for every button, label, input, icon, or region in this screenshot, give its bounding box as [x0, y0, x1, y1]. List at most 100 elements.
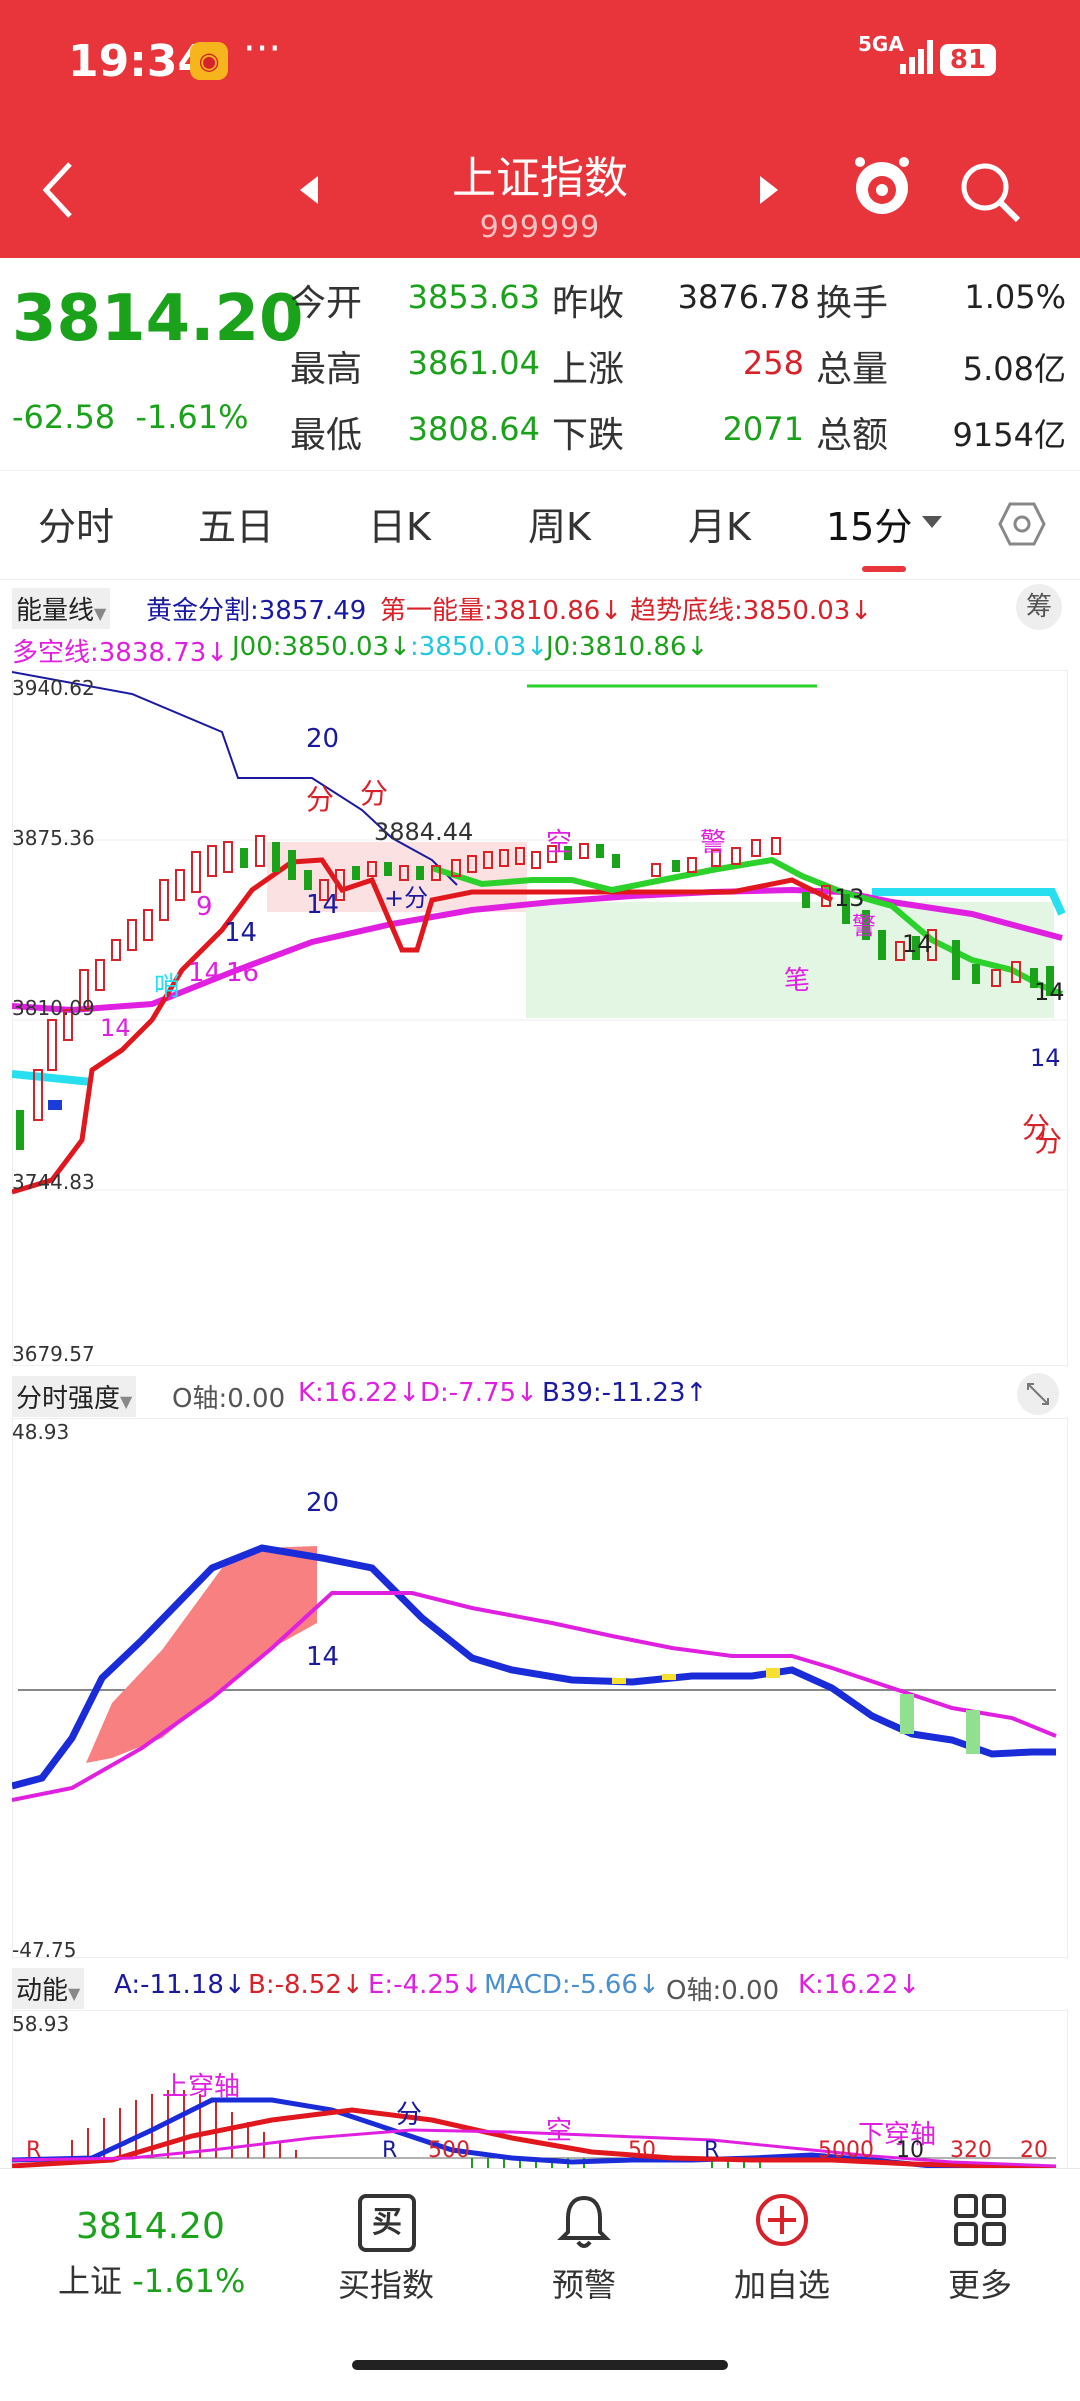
o-axis-value: O轴:0.00	[172, 1384, 286, 1414]
axis-label: 3940.62	[12, 676, 95, 700]
bull-bear-line-value: 多空线:3838.73↓	[12, 638, 229, 668]
signal-icon	[900, 40, 933, 74]
tab-15min[interactable]: 15分	[826, 496, 912, 551]
chart-annotation: 14	[1030, 1044, 1061, 1072]
next-stock-icon[interactable]	[758, 176, 778, 204]
momentum-name: 动能	[16, 1976, 69, 2006]
chart-annotation: 14	[188, 958, 222, 988]
momentum-selector[interactable]: 动能▼	[12, 1968, 85, 2009]
expand-icon[interactable]	[1016, 1372, 1060, 1416]
label-turnover: 换手	[816, 283, 889, 324]
strength-axis-top: 48.93	[12, 1420, 70, 1444]
golden-split-value: 黄金分割:3857.49	[146, 596, 367, 626]
chart-annotation: 9	[196, 892, 213, 922]
tab-daily-k[interactable]: 日K	[368, 496, 431, 551]
change-percent: -1.61%	[135, 398, 249, 436]
label-open: 今开	[290, 283, 363, 324]
blue-marker	[48, 1100, 62, 1110]
axis-label: 3810.09	[12, 996, 95, 1020]
bottom-index-summary: 上证 -1.61%	[58, 2256, 245, 2302]
current-price: 3814.20	[12, 282, 304, 356]
axis-label: 3744.83	[12, 1170, 95, 1194]
chart-annotation: 14	[306, 890, 340, 920]
strength-selector[interactable]: 分时强度▼	[12, 1376, 137, 1417]
network-label: 5GA	[858, 32, 904, 56]
weibo-icon: ◉	[190, 42, 228, 80]
chart-annotation: 14	[100, 1014, 131, 1042]
chart-annotation: 14	[902, 930, 933, 958]
momentum-annotation: R	[704, 2138, 720, 2163]
chart-annotation: 3884.44	[374, 818, 474, 846]
chart-annotation: 空	[546, 828, 573, 858]
k-value: K:16.22↓	[798, 1970, 921, 2000]
macd-value: MACD:-5.66↓	[484, 1970, 660, 2000]
label-falling: 下跌	[552, 415, 625, 456]
page-title: 上证指数	[452, 153, 628, 204]
tab-five-day[interactable]: 五日	[198, 496, 274, 551]
j0-value: J0:3810.86↓	[546, 632, 709, 662]
chart-annotation: 哨	[154, 972, 181, 1002]
chart-annotation: +分	[384, 884, 429, 912]
momentum-annotation: R	[382, 2138, 398, 2163]
momentum-annotation: R	[26, 2138, 42, 2163]
indicator-selector[interactable]: 能量线▼	[12, 588, 111, 629]
first-energy-value: 第一能量:3810.86↓	[380, 596, 623, 626]
alert-button[interactable]: 预警	[484, 2188, 684, 2328]
e-value: E:-4.25↓	[368, 1970, 483, 2000]
k-value: K:16.22↓	[298, 1378, 421, 1408]
strength-axis-bottom: -47.75	[12, 1938, 77, 1962]
buy-icon: 买	[358, 2194, 416, 2252]
value-amount: 9154亿	[952, 416, 1066, 454]
momentum-annotation: 空	[546, 2116, 573, 2146]
more-button[interactable]: 更多	[880, 2188, 1080, 2328]
alert-label: 预警	[551, 2266, 616, 2304]
price-change: -62.58 -1.61%	[12, 398, 249, 436]
d-value: D:-7.75↓	[420, 1378, 538, 1408]
home-indicator[interactable]	[352, 2360, 728, 2370]
candlestick-chart[interactable]	[12, 670, 1068, 1366]
search-icon[interactable]	[958, 160, 1022, 224]
momentum-annotation: 10	[896, 2138, 924, 2163]
chart-annotation: 分	[306, 783, 335, 816]
battery-indicator: 81	[940, 44, 996, 76]
assistant-icon[interactable]	[852, 152, 912, 222]
axis-label: 3875.36	[12, 826, 95, 850]
momentum-annotation: 50	[628, 2138, 656, 2163]
bottom-index-name: 上证	[58, 2262, 123, 2300]
o-axis-value: O轴:0.00	[666, 1976, 780, 2006]
chart-annotation: 笔	[784, 966, 811, 996]
chart-annotation: 警	[700, 828, 727, 858]
label-amount: 总额	[816, 415, 889, 456]
label-volume: 总量	[816, 349, 889, 390]
chart-annotation: 警	[852, 912, 876, 940]
momentum-annotation: 500	[428, 2138, 470, 2163]
add-icon	[756, 2194, 808, 2246]
value-prev-close: 3876.78	[677, 278, 810, 316]
strength-annotation: 14	[306, 1642, 340, 1672]
tab-intraday[interactable]: 分时	[38, 496, 114, 551]
add-watchlist-button[interactable]: 加自选	[682, 2188, 882, 2328]
momentum-annotation: 20	[1020, 2138, 1048, 2163]
more-label: 更多	[947, 2266, 1012, 2304]
value-rising: 258	[742, 344, 804, 382]
buy-index-button[interactable]: 买 买指数	[286, 2188, 486, 2328]
chip-button[interactable]: 筹	[1016, 584, 1062, 630]
value-volume: 5.08亿	[962, 350, 1066, 388]
b-value: B:-8.52↓	[248, 1970, 364, 2000]
chart-annotation: 16	[226, 958, 260, 988]
status-more-dots: ···	[243, 26, 282, 72]
chevron-down-icon[interactable]	[922, 516, 942, 528]
label-high: 最高	[290, 349, 363, 390]
active-tab-indicator	[862, 566, 906, 572]
settings-hex-icon[interactable]	[998, 500, 1046, 548]
strength-name: 分时强度	[16, 1384, 121, 1414]
tab-weekly-k[interactable]: 周K	[528, 496, 591, 551]
strength-chart[interactable]	[12, 1418, 1068, 1958]
chart-annotation: 分	[1034, 1125, 1063, 1158]
momentum-axis-top: 58.93	[12, 2012, 70, 2036]
tab-monthly-k[interactable]: 月K	[688, 496, 751, 551]
value-open: 3853.63	[407, 278, 540, 316]
bottom-index-pct: -1.61%	[132, 2262, 246, 2300]
j00-value: J00:3850.03↓	[232, 632, 411, 662]
cyan-line-value: :3850.03↓	[410, 632, 549, 662]
